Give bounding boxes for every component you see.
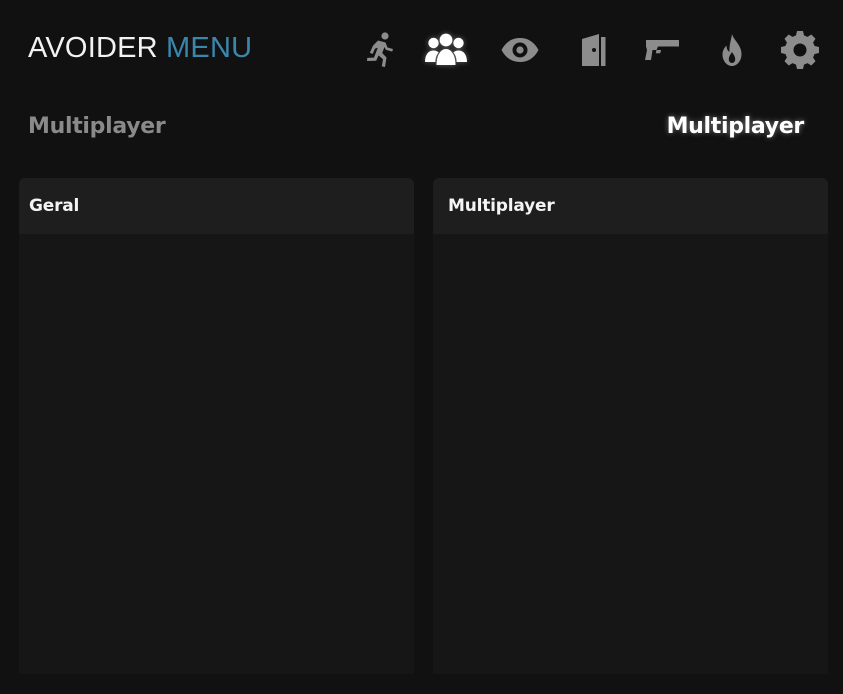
panel-body	[433, 234, 828, 674]
tab-multiplayer[interactable]	[424, 28, 468, 72]
panel-title: Multiplayer	[433, 178, 828, 234]
tab-movement[interactable]	[356, 28, 400, 72]
panel-geral: Geral	[19, 178, 414, 674]
panel-multiplayer: Multiplayer	[433, 178, 828, 674]
panel-body	[19, 234, 414, 674]
tab-weapons[interactable]	[640, 28, 684, 72]
app-title-secondary: MENU	[166, 32, 253, 64]
pistol-icon	[645, 40, 679, 60]
app-title: AVOIDER MENU	[28, 31, 252, 65]
flame-icon	[722, 34, 742, 66]
gear-icon	[781, 31, 819, 69]
runner-icon	[367, 32, 393, 67]
tab-visuals[interactable]	[498, 28, 542, 72]
door-icon	[582, 34, 606, 66]
tab-icon-bar	[352, 28, 832, 72]
tab-settings[interactable]	[778, 28, 822, 72]
top-bar: AVOIDER MENU	[0, 0, 843, 100]
section-title: Multiplayer	[28, 114, 166, 139]
panel-title: Geral	[19, 178, 414, 234]
app-title-primary: AVOIDER	[28, 32, 158, 64]
active-tab-title: Multiplayer	[666, 114, 805, 139]
users-icon	[425, 33, 467, 65]
tab-effects[interactable]	[710, 28, 754, 72]
section-header: Multiplayer Multiplayer	[0, 100, 843, 160]
tab-doors[interactable]	[572, 28, 616, 72]
eye-icon	[501, 38, 539, 62]
